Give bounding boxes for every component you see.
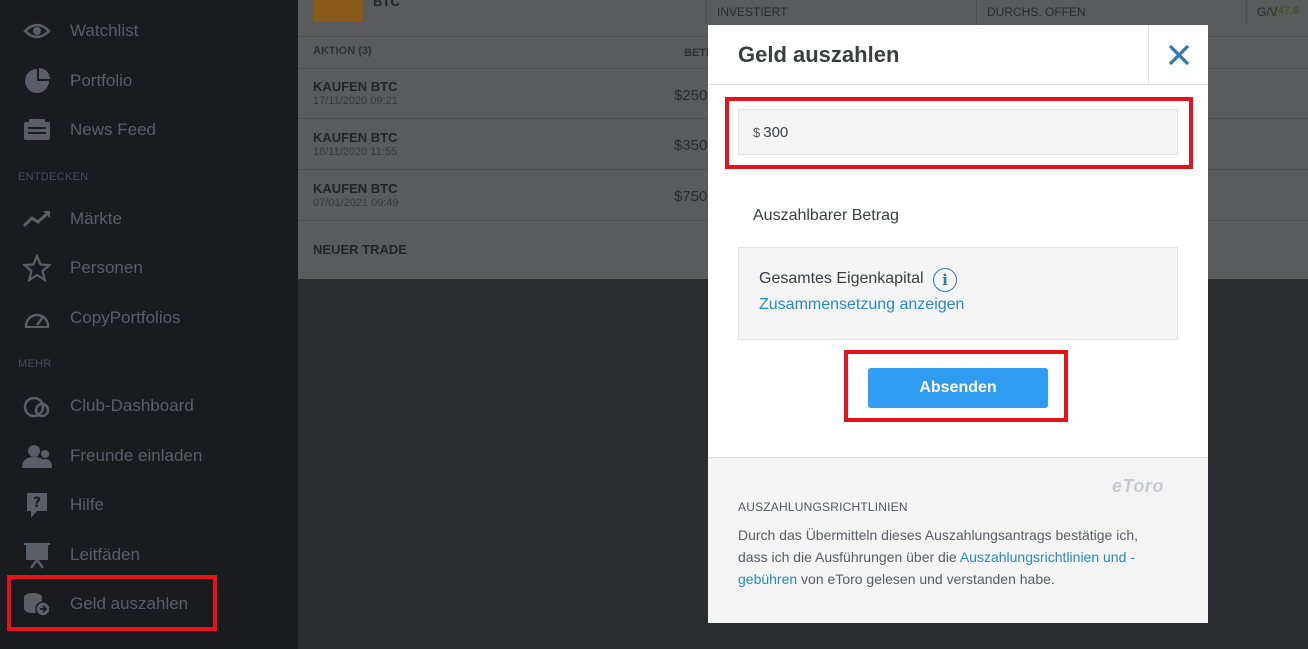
trade-action: KAUFEN BTC (313, 79, 398, 94)
etoro-logo: eToro (1112, 476, 1164, 496)
pie-chart-icon (22, 66, 52, 96)
modal-header: Geld auszahlen (708, 25, 1208, 85)
club-icon (22, 391, 52, 421)
withdrawable-amount-label: Auszahlbarer Betrag (753, 207, 899, 224)
sidebar-item-label: Leitfäden (70, 545, 140, 564)
sidebar-item-club-dashboard[interactable]: Club-Dashboard (0, 386, 298, 426)
close-icon (1168, 44, 1189, 66)
sidebar-item-help[interactable]: ? Hilfe (0, 485, 298, 525)
btc-logo (313, 0, 363, 22)
modal-footer: eToro AUSZAHLUNGSRICHTLINIEN Durch das Ü… (708, 457, 1208, 623)
trade-amount: $750 (674, 188, 708, 205)
sidebar-item-label: Personen (70, 258, 143, 277)
actions-header: AKTION (3) (313, 45, 372, 57)
section-label-discover: ENTDECKEN (18, 171, 89, 183)
highlight-frame-submit (844, 350, 1068, 422)
sidebar-item-label: Märkte (70, 209, 122, 228)
sidebar-item-label: Freunde einladen (70, 446, 203, 465)
sidebar-item-label: Watchlist (70, 21, 139, 40)
policy-text: Durch das Übermitteln dieses Auszahlungs… (738, 524, 1168, 590)
eye-icon (22, 16, 52, 46)
trade-amount: $250 (674, 87, 708, 104)
sidebar-item-copyportfolios[interactable]: CopyPortfolios (0, 298, 298, 338)
highlight-frame-withdraw-nav (7, 575, 217, 631)
show-composition-link[interactable]: Zusammensetzung anzeigen (759, 296, 964, 314)
trade-amount: $350 (674, 137, 708, 154)
column-divider (976, 0, 977, 26)
column-divider (706, 0, 707, 26)
equity-panel: Gesamtes Eigenkapital i Zusammensetzung … (738, 247, 1178, 340)
sidebar-item-label: News Feed (70, 120, 156, 139)
highlight-frame-amount (725, 97, 1193, 169)
news-icon (22, 115, 52, 145)
column-pl-value: (47.6 (1274, 5, 1300, 17)
column-divider (1246, 0, 1247, 26)
close-button[interactable] (1148, 25, 1208, 85)
column-avg-open: DURCHS. OFFEN (987, 5, 1086, 19)
trade-action: KAUFEN BTC (313, 181, 398, 196)
equity-label: Gesamtes Eigenkapital (759, 270, 924, 287)
trade-action: KAUFEN BTC (313, 130, 398, 145)
modal-title: Geld auszahlen (738, 42, 900, 67)
sidebar-item-label: CopyPortfolios (70, 308, 181, 327)
withdraw-modal: Geld auszahlen $ Auszahlbarer Betrag Ges… (708, 25, 1208, 623)
trade-date: 17/11/2020 09:21 (313, 95, 398, 107)
section-label-more: MEHR (18, 358, 52, 370)
sidebar-item-portfolio[interactable]: Portfolio (0, 61, 298, 101)
sidebar: Watchlist Portfolio News Feed ENTDECKEN … (0, 0, 298, 649)
sidebar-item-label: Hilfe (70, 495, 105, 514)
trend-icon (22, 204, 52, 234)
trade-date: 18/11/2020 11:55 (313, 146, 398, 158)
info-icon[interactable]: i (933, 268, 957, 292)
sidebar-item-watchlist[interactable]: Watchlist (0, 11, 298, 51)
sidebar-item-guides[interactable]: Leitfäden (0, 535, 298, 575)
presentation-icon (22, 540, 52, 570)
asset-name: BTC (373, 0, 400, 9)
sidebar-item-invite-friends[interactable]: Freunde einladen (0, 436, 298, 476)
sidebar-item-label: Club-Dashboard (70, 396, 194, 415)
gauge-icon (22, 303, 52, 333)
svg-text:?: ? (33, 495, 41, 511)
policy-title: AUSZAHLUNGSRICHTLINIEN (738, 500, 908, 514)
sidebar-item-label: Portfolio (70, 71, 133, 90)
help-icon: ? (22, 490, 52, 520)
sidebar-item-news-feed[interactable]: News Feed (0, 110, 298, 150)
sidebar-item-markets[interactable]: Märkte (0, 199, 298, 239)
sidebar-item-people[interactable]: Personen (0, 248, 298, 288)
column-invested: INVESTIERT (717, 5, 788, 19)
star-icon (22, 253, 52, 283)
people-icon (22, 441, 52, 471)
trade-date: 07/01/2021 09:49 (313, 197, 399, 209)
new-trade-button[interactable]: NEUER TRADE (313, 242, 407, 257)
policy-text-after: von eToro gelesen und verstanden habe. (797, 571, 1055, 587)
